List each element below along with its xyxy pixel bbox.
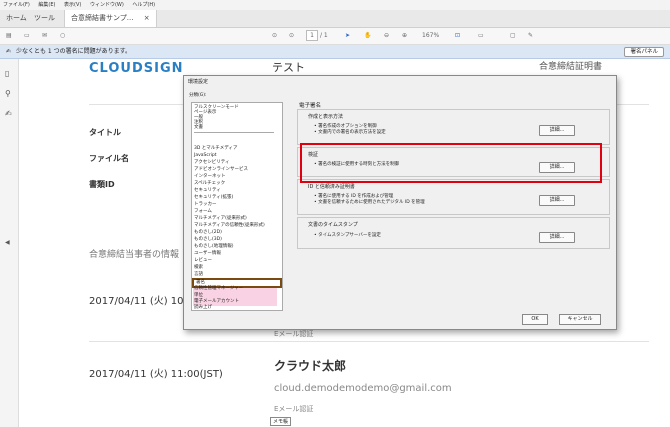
category-item[interactable]: ものさし(地理情報): [194, 244, 234, 249]
menu-edit[interactable]: 編集(E): [38, 2, 55, 8]
label-title: タイトル: [89, 128, 121, 137]
category-item[interactable]: マルチメディア(従来形式): [194, 216, 247, 221]
tab-document-label: 合意締結書サンプ...: [71, 14, 134, 22]
menu-file[interactable]: ファイル(F): [3, 2, 30, 8]
details-button-identities[interactable]: 詳細...: [539, 195, 575, 206]
group-title: ID と信頼済み証明書: [308, 184, 355, 190]
notice-text: 少なくとも 1 つの署名に問題があります。: [15, 48, 131, 55]
zoom-in-icon[interactable]: ⊕: [402, 30, 407, 42]
bookmark-icon[interactable]: ▯: [5, 69, 9, 78]
hand-tool-icon[interactable]: ✋: [364, 30, 371, 42]
signature-icon[interactable]: ✍: [5, 109, 12, 118]
group-bullet: • 文書内での署名の表示方法を設定: [314, 130, 386, 135]
email-auth-2: Eメール認証: [274, 405, 314, 413]
toolbar: ▤ ▭ ✉ ○ ⊙ ⊙ 1 / 1 ➤ ✋ ⊖ ⊕ 167% ⊡ ▭ ▢ ✎: [0, 28, 670, 45]
category-item[interactable]: レビュー: [194, 258, 212, 263]
dialog-title: 環境設定: [188, 79, 209, 85]
party-heading: 合意締結当事者の情報: [89, 250, 180, 260]
divider: [89, 341, 649, 342]
panel-title: 電子署名: [299, 103, 322, 109]
details-button-timestamp[interactable]: 詳細...: [539, 232, 575, 243]
verification-highlight-box: [300, 143, 602, 183]
menu-help[interactable]: ヘルプ(H): [132, 2, 155, 8]
cancel-button[interactable]: キャンセル: [559, 314, 601, 325]
group-title: 文書のタイムスタンプ: [308, 222, 358, 228]
category-item[interactable]: 言語: [194, 272, 203, 277]
zoom-out-icon[interactable]: ⊖: [384, 30, 389, 42]
category-item[interactable]: ものさし(2D): [194, 230, 222, 235]
category-list[interactable]: フルスクリーンモード ページ表示 一般 注釈 文書 3D とマルチメディア Ja…: [191, 102, 283, 311]
list-separator: [194, 132, 274, 133]
date-1: 2017/04/11 (火) 10: [89, 296, 184, 307]
group-bullet: • 文書を信頼するために使用されたデジタル ID を管理: [314, 200, 425, 205]
settings-group-identities: ID と信頼済み証明書 • 署名に使用する ID を作成および管理 • 文書を信…: [297, 179, 610, 215]
pen-icon[interactable]: ✎: [528, 30, 533, 42]
tab-bar: ホーム ツール 合意締結書サンプ... ×: [0, 10, 670, 28]
category-item[interactable]: セキュリティ(拡張): [194, 195, 233, 200]
category-item[interactable]: ユーザー情報: [194, 251, 221, 256]
category-item[interactable]: アクセシビリティ: [194, 160, 230, 165]
menu-view[interactable]: 表示(V): [64, 2, 81, 8]
category-item[interactable]: 単位: [194, 293, 203, 298]
scroll-mode-icon[interactable]: ▭: [478, 30, 484, 42]
group-title: 作成と表示方法: [308, 114, 344, 120]
category-item[interactable]: JavaScript: [194, 153, 217, 158]
details-button-creation[interactable]: 詳細...: [539, 125, 575, 136]
cloudsign-logo: CLOUDSIGN: [89, 61, 184, 76]
category-item[interactable]: セキュリティ: [194, 188, 221, 193]
category-item[interactable]: インターネット: [194, 174, 226, 179]
select-tool-icon[interactable]: ➤: [345, 30, 350, 42]
label-docid: 書類ID: [89, 180, 115, 189]
label-filename: ファイル名: [89, 154, 129, 163]
settings-group-timestamp: 文書のタイムスタンプ • タイムスタンプサーバーを設定 詳細...: [297, 217, 610, 249]
page-number-input[interactable]: 1: [306, 30, 318, 41]
email-auth-1: Eメール認証: [274, 330, 314, 338]
category-item[interactable]: フォーム: [194, 209, 212, 214]
close-icon[interactable]: ×: [144, 14, 150, 22]
signature-notice-bar: ✍ 少なくとも 1 つの署名に問題があります。 署名パネル: [0, 45, 670, 59]
document-title: テスト: [272, 61, 305, 74]
category-item[interactable]: アドビオンラインサービス: [194, 167, 248, 172]
print-icon[interactable]: ▭: [24, 30, 30, 42]
signer-email: cloud.demodemodemo@gmail.com: [274, 383, 452, 394]
collapse-arrow-icon[interactable]: ◀: [5, 239, 10, 246]
email-icon[interactable]: ✉: [42, 30, 47, 42]
search-icon[interactable]: ○: [60, 30, 65, 42]
zoom-level[interactable]: 167%: [422, 30, 439, 42]
page-up-icon[interactable]: ⊙: [272, 30, 277, 42]
warning-pen-icon: ✍: [6, 48, 12, 55]
note-sticker[interactable]: メモ帳: [270, 417, 292, 426]
category-item[interactable]: ものさし(3D): [194, 237, 222, 242]
tab-document[interactable]: 合意締結書サンプ... ×: [64, 10, 157, 27]
save-icon[interactable]: ▤: [6, 30, 12, 42]
menu-bar: ファイル(F) 編集(E) 表示(V) ウィンドウ(W) ヘルプ(H): [0, 0, 670, 10]
page-down-icon[interactable]: ⊙: [289, 30, 294, 42]
category-item[interactable]: マルチメディアの信頼性(従来形式): [194, 223, 265, 228]
menu-window[interactable]: ウィンドウ(W): [90, 2, 124, 8]
attachment-icon[interactable]: ⚲: [5, 89, 11, 98]
category-item[interactable]: 文書: [194, 125, 203, 130]
tab-tools[interactable]: ツール: [34, 10, 55, 27]
group-bullet: • タイムスタンプサーバーを設定: [314, 233, 381, 238]
category-item[interactable]: スペルチェック: [194, 181, 225, 186]
tab-home[interactable]: ホーム: [6, 10, 27, 27]
category-label: 分類(G):: [189, 93, 207, 98]
page-total: / 1: [320, 32, 328, 39]
fit-page-icon[interactable]: ⊡: [455, 30, 460, 42]
category-item[interactable]: 検索: [194, 265, 203, 270]
category-item[interactable]: 電子メールアカウント: [194, 299, 239, 304]
date-2: 2017/04/11 (火) 11:00(JST): [89, 369, 223, 380]
ok-button[interactable]: OK: [522, 314, 548, 325]
category-item[interactable]: 3D とマルチメディア: [194, 146, 237, 151]
comment-icon[interactable]: ▢: [510, 30, 516, 42]
category-item[interactable]: 読み上げ: [194, 305, 212, 310]
signature-panel-button[interactable]: 署名パネル: [624, 47, 664, 57]
certificate-heading: 合意締結証明書: [539, 62, 603, 72]
category-item[interactable]: 信頼性管理マネージャー: [194, 286, 243, 291]
category-item[interactable]: トラッカー: [194, 202, 217, 207]
settings-group-creation: 作成と表示方法 • 署名作成のオプションを制御 • 文書内での署名の表示方法を設…: [297, 109, 610, 145]
signer-name: クラウド太郎: [274, 359, 347, 373]
preferences-dialog: 環境設定 分類(G): フルスクリーンモード ページ表示 一般 注釈 文書 3D…: [183, 75, 617, 330]
left-rail: ▯ ⚲ ✍ ◀: [0, 59, 19, 427]
